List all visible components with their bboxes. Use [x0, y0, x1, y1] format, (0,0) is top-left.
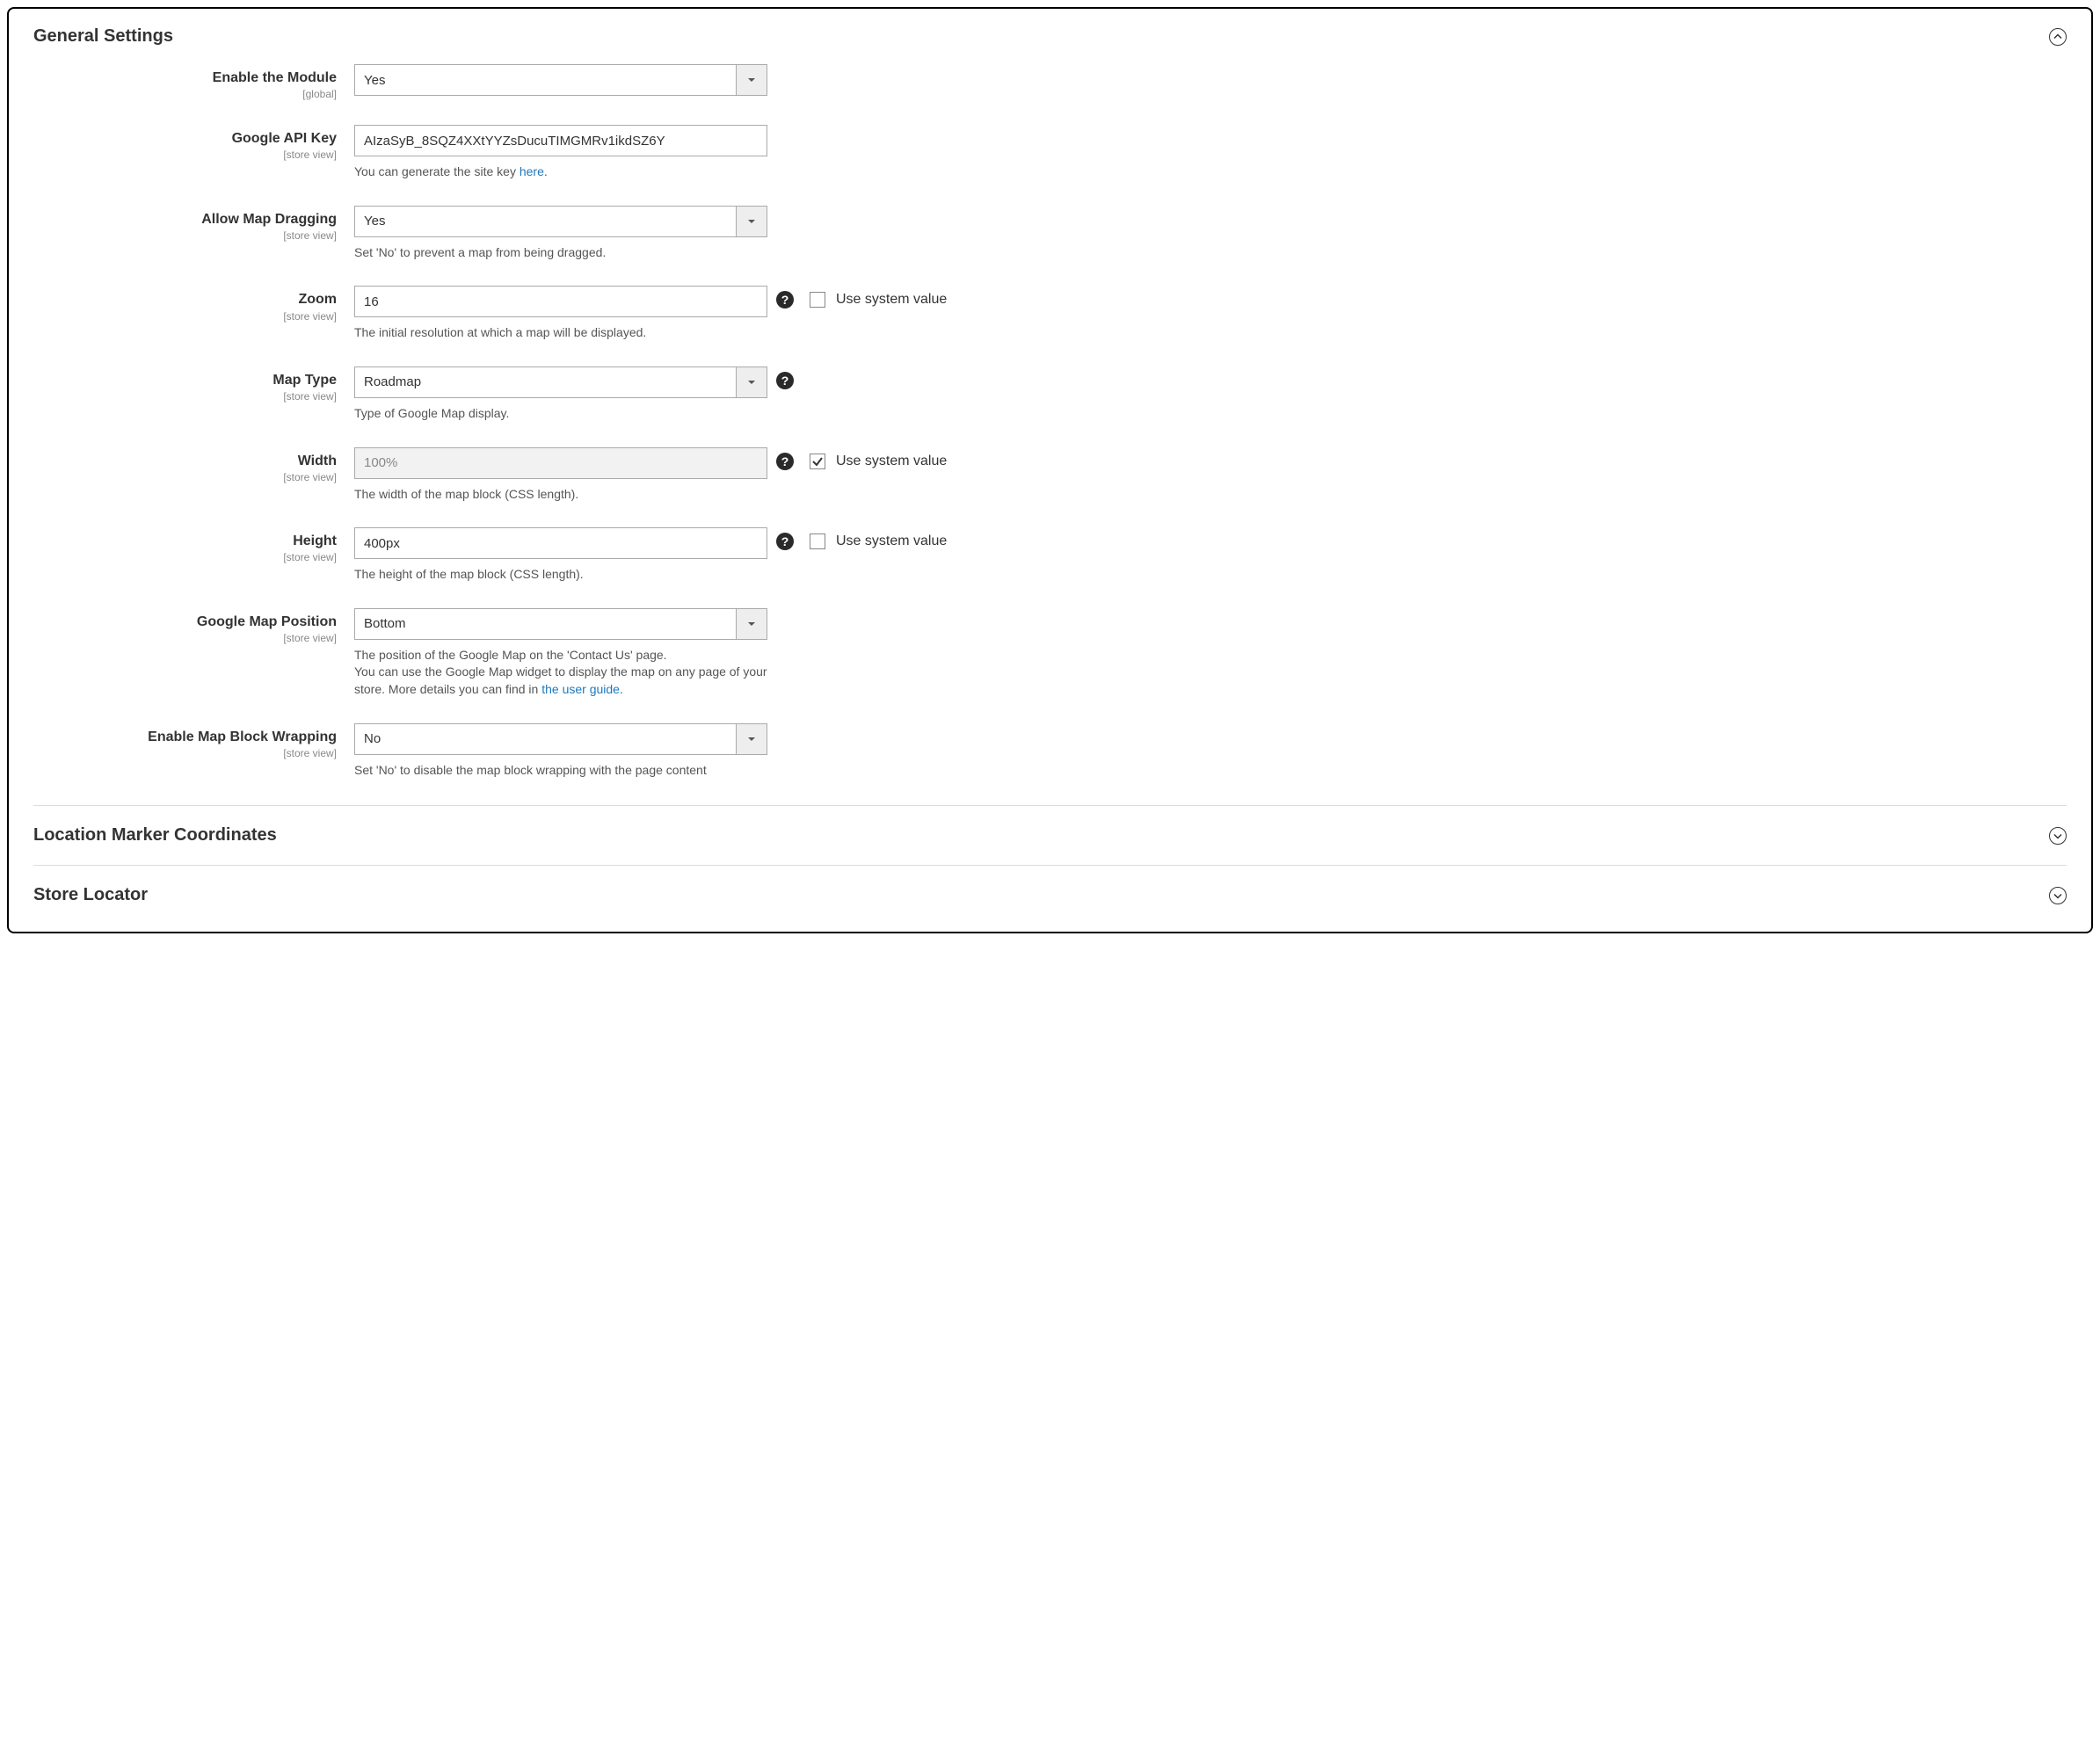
map-type-hint: Type of Google Map display. [354, 405, 767, 423]
google-api-key-hint: You can generate the site key here. [354, 163, 767, 181]
section-title-store-locator: Store Locator [33, 885, 148, 905]
zoom-label: Zoom [298, 292, 337, 307]
google-api-key-input[interactable] [354, 125, 767, 156]
section-header-general[interactable]: General Settings [33, 26, 2067, 64]
section-header-marker[interactable]: Location Marker Coordinates [33, 805, 2067, 865]
help-icon[interactable]: ? [776, 453, 794, 470]
map-position-label: Google Map Position [197, 614, 337, 629]
allow-dragging-select[interactable]: Yes [354, 206, 767, 237]
section-title-marker: Location Marker Coordinates [33, 825, 277, 846]
block-wrapping-hint: Set 'No' to disable the map block wrappi… [354, 762, 767, 780]
general-settings-form: Enable the Module [global] Yes Google AP… [33, 64, 2067, 805]
scope-store-view: [store view] [33, 229, 337, 242]
scope-store-view: [store view] [33, 310, 337, 323]
chevron-down-icon [2049, 827, 2067, 845]
use-system-value-label: Use system value [836, 533, 947, 549]
user-guide-link[interactable]: the user guide [541, 682, 620, 696]
help-icon[interactable]: ? [776, 533, 794, 550]
scope-store-view: [store view] [33, 747, 337, 759]
scope-store-view: [store view] [33, 390, 337, 403]
map-position-select[interactable]: Bottom [354, 608, 767, 640]
width-label: Width [298, 454, 337, 468]
section-title-general: General Settings [33, 26, 173, 47]
section-header-store-locator[interactable]: Store Locator [33, 865, 2067, 932]
block-wrapping-select[interactable]: No [354, 723, 767, 755]
scope-global: [global] [33, 88, 337, 100]
zoom-hint: The initial resolution at which a map wi… [354, 324, 767, 342]
height-input[interactable] [354, 527, 767, 559]
generate-key-link[interactable]: here [520, 164, 544, 178]
scope-store-view: [store view] [33, 551, 337, 563]
width-use-system-checkbox[interactable] [810, 454, 825, 469]
enable-module-select[interactable]: Yes [354, 64, 767, 96]
scope-store-view: [store view] [33, 632, 337, 644]
use-system-value-label: Use system value [836, 454, 947, 469]
height-hint: The height of the map block (CSS length)… [354, 566, 767, 584]
chevron-down-icon [2049, 887, 2067, 904]
height-use-system-checkbox[interactable] [810, 533, 825, 549]
allow-dragging-hint: Set 'No' to prevent a map from being dra… [354, 244, 767, 262]
google-api-key-label: Google API Key [232, 131, 337, 146]
scope-store-view: [store view] [33, 149, 337, 161]
block-wrapping-label: Enable Map Block Wrapping [148, 729, 337, 744]
width-input [354, 447, 767, 479]
help-icon[interactable]: ? [776, 372, 794, 389]
allow-dragging-label: Allow Map Dragging [201, 212, 337, 227]
scope-store-view: [store view] [33, 471, 337, 483]
width-hint: The width of the map block (CSS length). [354, 486, 767, 504]
map-type-label: Map Type [272, 373, 337, 388]
zoom-use-system-checkbox[interactable] [810, 292, 825, 308]
height-label: Height [293, 533, 337, 548]
chevron-up-icon [2049, 28, 2067, 46]
enable-module-label: Enable the Module [213, 70, 337, 85]
use-system-value-label: Use system value [836, 292, 947, 308]
map-type-select[interactable]: Roadmap [354, 367, 767, 398]
map-position-hint: The position of the Google Map on the 'C… [354, 647, 767, 699]
help-icon[interactable]: ? [776, 291, 794, 308]
zoom-input[interactable] [354, 286, 767, 317]
